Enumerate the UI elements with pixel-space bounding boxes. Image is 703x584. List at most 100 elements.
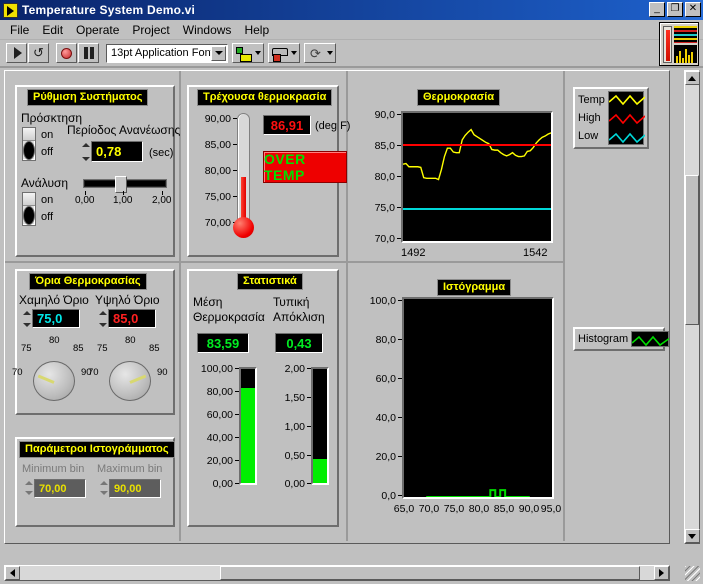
mean-temp-label-line1: Μέση (193, 295, 223, 309)
low-limit-stepper[interactable] (22, 311, 31, 327)
run-controls: ↺ (6, 43, 50, 63)
hist-xtick-95: 95,0 (540, 503, 562, 515)
menu-help[interactable]: Help (238, 22, 276, 38)
high-knob-tick-75: 75 (97, 343, 108, 354)
temperature-chart-legend[interactable]: Temp High Low (573, 87, 649, 149)
low-limit-value[interactable]: 75,0 (32, 309, 80, 328)
menu-operate[interactable]: Operate (70, 22, 126, 38)
run-continuously-button[interactable]: ↺ (28, 43, 49, 63)
horizontal-scrollbar[interactable] (4, 565, 670, 581)
histogram-plot (426, 489, 530, 497)
toolbar: ↺ 13pt Application Font ⟳ (0, 40, 703, 68)
temperature-chart-plot (403, 128, 551, 210)
min-bin-value: 70,00 (34, 479, 86, 498)
font-select[interactable]: 13pt Application Font (106, 43, 228, 63)
vertical-scroll-thumb[interactable] (685, 175, 699, 325)
window-titlebar: Temperature System Demo.vi _ ❐ ✕ (0, 0, 703, 20)
pause-button[interactable] (78, 43, 99, 63)
scroll-up-button[interactable] (684, 71, 700, 85)
mean-tick-60: 60,00 (206, 409, 233, 421)
update-period-slider[interactable] (83, 176, 167, 193)
sd-label-line2: Απόκλιση (273, 310, 325, 324)
minimize-button[interactable]: _ (649, 2, 665, 17)
max-bin-label: Maximum bin (97, 463, 163, 475)
histogram-icon (674, 45, 697, 63)
thermometer-icon (663, 26, 672, 63)
resize-grip[interactable] (685, 566, 700, 581)
vi-icon-pane[interactable] (659, 22, 699, 66)
align-objects-button[interactable] (232, 43, 264, 63)
mean-tick-80: 80,00 (206, 386, 233, 398)
menu-project[interactable]: Project (126, 22, 176, 38)
horizontal-scroll-track[interactable] (20, 566, 654, 580)
update-period-stepper[interactable] (81, 143, 90, 161)
analysis-switch[interactable] (22, 192, 36, 226)
scroll-right-button[interactable] (654, 566, 669, 580)
distribute-objects-button[interactable] (268, 43, 300, 63)
abort-button[interactable] (56, 43, 77, 63)
chart-ytick-90: 90,0 (374, 109, 395, 121)
legend-swatch-lines (608, 94, 646, 144)
thermo-tick-70: 70,00 (204, 217, 231, 229)
mean-temperature-tank (239, 367, 257, 485)
thermo-tick-80: 80,00 (204, 165, 231, 177)
temperature-chart-title: Θερμοκρασία (417, 89, 501, 106)
over-temp-indicator: OVER TEMP (263, 151, 347, 183)
panel-divider-vertical-2 (346, 71, 348, 541)
sd-tick-1: 1,00 (284, 421, 305, 433)
slider-tick-label-1: 1,00 (113, 195, 133, 206)
reorder-objects-button[interactable]: ⟳ (304, 43, 336, 63)
histogram-legend[interactable]: Histogram (573, 327, 669, 351)
font-select-value: 13pt Application Font (111, 47, 214, 59)
switch-track (23, 193, 35, 206)
legend-swatch-line (631, 335, 669, 347)
switch-knob (23, 205, 35, 225)
update-period-units: (sec) (149, 147, 174, 159)
exec-controls (56, 43, 100, 63)
vertical-scrollbar[interactable] (684, 70, 700, 544)
maximize-button[interactable]: ❐ (667, 2, 683, 17)
close-button[interactable]: ✕ (685, 2, 701, 17)
temperature-chart[interactable] (401, 111, 553, 243)
high-limit-stepper[interactable] (98, 311, 107, 327)
high-knob-tick-70: 70 (88, 367, 99, 378)
scroll-down-button[interactable] (684, 529, 700, 543)
chevron-down-icon[interactable] (327, 51, 333, 55)
acquisition-switch[interactable] (22, 127, 36, 161)
scroll-left-button[interactable] (5, 566, 20, 580)
high-limit-label: Υψηλό Όριο (95, 293, 160, 307)
sd-label-line1: Τυπική (273, 295, 310, 309)
chart-ytick-80: 80,0 (374, 171, 395, 183)
low-limit-knob[interactable] (33, 361, 75, 401)
high-limit-value[interactable]: 85,0 (108, 309, 156, 328)
chevron-down-icon[interactable] (255, 51, 261, 55)
hist-ytick-80: 80,0 (375, 334, 396, 346)
temperature-limits-title: Όρια Θερμοκρασίας (29, 273, 147, 290)
histogram-graph[interactable] (402, 297, 554, 499)
menu-edit[interactable]: Edit (36, 22, 70, 38)
chevron-down-icon[interactable] (211, 45, 226, 61)
vertical-scroll-track[interactable] (685, 85, 699, 529)
knob-pointer (37, 374, 55, 384)
update-period-value[interactable]: 0,78 (91, 141, 143, 162)
menu-windows[interactable]: Windows (177, 22, 239, 38)
min-bin-stepper (24, 481, 33, 495)
current-temperature-value: 86,91 (263, 115, 311, 135)
analysis-on-label: on (41, 194, 54, 206)
legend-label-high: High (578, 111, 601, 124)
slider-thumb[interactable] (115, 176, 127, 193)
high-knob-tick-80: 80 (125, 335, 136, 346)
horizontal-scroll-thumb[interactable] (220, 566, 640, 580)
window-buttons: _ ❐ ✕ (649, 2, 701, 17)
run-button[interactable] (6, 43, 27, 63)
mean-tick-20: 20,00 (206, 455, 233, 467)
acquisition-on-label: on (41, 129, 54, 141)
menu-file[interactable]: File (4, 22, 36, 38)
switch-knob (23, 140, 35, 160)
mean-temp-label-line2: Θερμοκρασία (193, 310, 265, 324)
high-limit-knob[interactable] (109, 361, 151, 401)
panel-divider-vertical-3 (563, 71, 565, 541)
sd-tick-0: 0,00 (284, 478, 305, 490)
chevron-down-icon[interactable] (291, 51, 297, 55)
mean-temperature-value: 83,59 (197, 333, 249, 353)
